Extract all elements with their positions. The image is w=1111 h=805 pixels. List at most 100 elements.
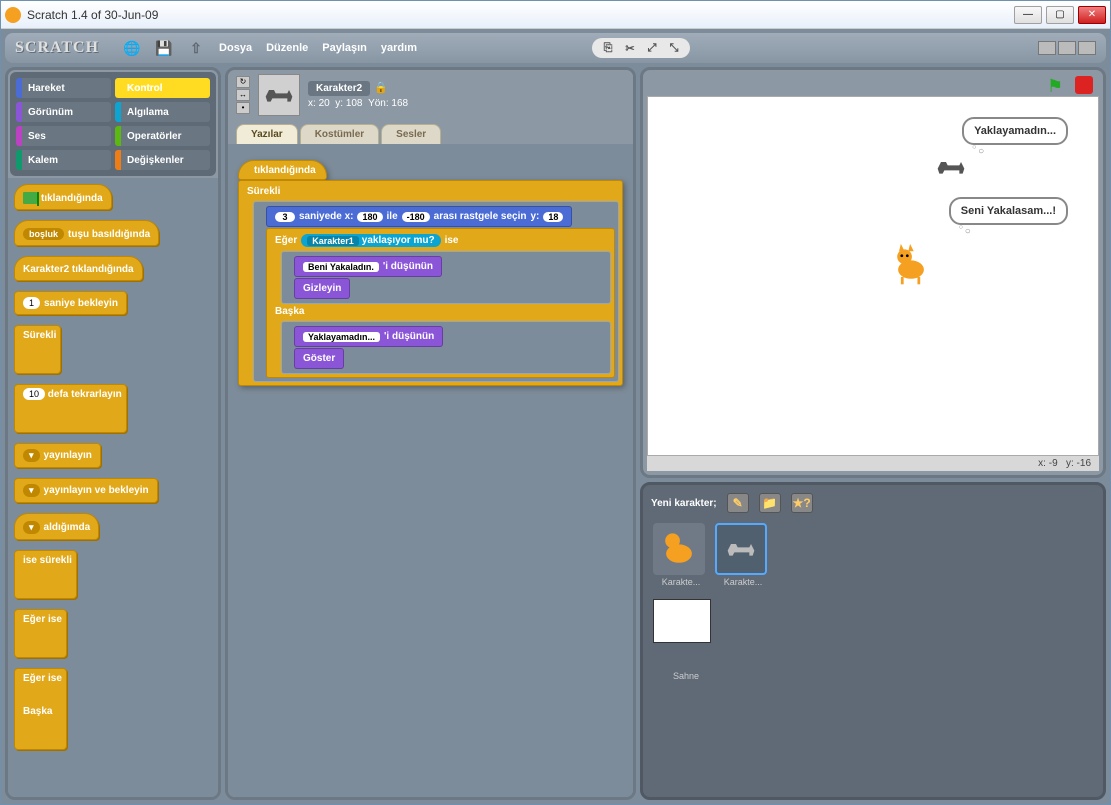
new-sprite-label: Yeni karakter; <box>651 498 717 509</box>
stage[interactable]: Yaklayamadın... Seni Yakalasam...! <box>647 96 1099 456</box>
share-icon[interactable]: ⇧ <box>187 39 205 57</box>
sprite-thumbnails: Karakte... Karakte... <box>647 517 1099 593</box>
script-panel: ↻ ↔ • Karakter2🔒 x: 20 y: 108 Yön: 168 Y… <box>225 67 636 800</box>
script-glide[interactable]: 3saniyede x: 180ile -180arası rastgele s… <box>266 206 572 227</box>
thought-bubble-2: Seni Yakalasam...! <box>949 197 1068 225</box>
sprite-info: Karakter2🔒 x: 20 y: 108 Yön: 168 <box>308 81 408 109</box>
sprite-name[interactable]: Karakter2 <box>308 81 370 96</box>
sprite-cell-2[interactable]: Karakte... <box>715 523 771 587</box>
stage-sprite-dog[interactable] <box>934 157 968 177</box>
sprite-thumbnail[interactable] <box>258 74 300 116</box>
tab-costumes[interactable]: Kostümler <box>300 124 379 144</box>
right-column: ⚑ Yaklayamadın... Seni Yakalasam...! x: … <box>640 67 1106 800</box>
minimize-button[interactable]: — <box>1014 6 1042 24</box>
view-modes <box>1038 41 1096 55</box>
stage-sprite-cat[interactable] <box>888 242 934 288</box>
block-wait[interactable]: 1saniye bekleyin <box>14 291 127 315</box>
menu-edit[interactable]: Düzenle <box>266 42 308 54</box>
sprite-cell-1[interactable]: Karakte... <box>653 523 709 587</box>
green-flag-button[interactable]: ⚑ <box>1047 76 1067 94</box>
sprite-header: ↻ ↔ • Karakter2🔒 x: 20 y: 108 Yön: 168 <box>228 70 633 120</box>
stop-button[interactable] <box>1075 76 1093 94</box>
cat-operators[interactable]: Operatörler <box>115 126 210 146</box>
script-hide[interactable]: Gizleyin <box>294 278 350 299</box>
block-palette: tıklandığında boşluktuşu basıldığında Ka… <box>8 178 218 797</box>
app-icon <box>5 7 21 23</box>
sprite-list-panel: Yeni karakter; ✎ 📁 ★? Karakte... <box>640 482 1106 800</box>
maximize-button[interactable]: ▢ <box>1046 6 1074 24</box>
stage-tools: ⎘ ✂ ⤢ ⤡ <box>592 38 690 58</box>
new-sprite-bar: Yeni karakter; ✎ 📁 ★? <box>647 489 1099 517</box>
dog-icon <box>724 539 758 559</box>
script-show[interactable]: Göster <box>294 348 344 369</box>
cat-control[interactable]: Kontrol <box>115 78 210 98</box>
script-area[interactable]: tıklandığında Sürekli 3saniyede x: 180il… <box>228 144 633 797</box>
close-button[interactable]: ✕ <box>1078 6 1106 24</box>
stamp-icon[interactable]: ⎘ <box>600 40 616 56</box>
cat-looks[interactable]: Görünüm <box>16 102 111 122</box>
tab-sounds[interactable]: Sesler <box>381 124 441 144</box>
block-forever[interactable]: Sürekli <box>14 325 61 374</box>
script-think1[interactable]: Beni Yakaladın.'i düşünün <box>294 256 442 277</box>
key-dropdown[interactable]: boşluk <box>23 228 64 240</box>
block-when-receive[interactable]: ▾aldığımda <box>14 513 99 540</box>
thought-bubble-1: Yaklayamadın... <box>962 117 1068 145</box>
view-presentation[interactable] <box>1078 41 1096 55</box>
script-forever[interactable]: Sürekli 3saniyede x: 180ile -180arası ra… <box>238 180 623 386</box>
grow-icon[interactable]: ⤢ <box>644 40 660 56</box>
dropdown-icon[interactable]: ▾ <box>23 484 40 497</box>
block-if[interactable]: Eğer ise <box>14 609 67 658</box>
rotate-free-icon[interactable]: ↻ <box>236 76 250 88</box>
script-hat[interactable]: tıklandığında <box>238 160 327 180</box>
dropdown-icon[interactable]: ▾ <box>23 521 40 534</box>
cat-sound[interactable]: Ses <box>16 126 111 146</box>
menu-share[interactable]: Paylaşın <box>322 42 367 54</box>
view-normal[interactable] <box>1058 41 1076 55</box>
scissors-icon[interactable]: ✂ <box>622 40 638 56</box>
block-repeat[interactable]: 10 defa tekrarlayın <box>14 384 127 433</box>
paint-sprite-button[interactable]: ✎ <box>727 493 749 513</box>
cat-icon <box>656 526 702 572</box>
block-forever-if[interactable]: ise sürekli <box>14 550 77 599</box>
logo: SCRATCH <box>15 39 99 57</box>
category-grid: Hareket Kontrol Görünüm Algılama Ses Ope… <box>10 72 216 176</box>
stage-cell[interactable]: Sahne <box>653 599 719 681</box>
block-broadcast-wait[interactable]: ▾yayınlayın ve bekleyin <box>14 478 158 503</box>
app-body: SCRATCH 🌐 💾 ⇧ Dosya Düzenle Paylaşın yar… <box>1 29 1110 804</box>
cat-pen[interactable]: Kalem <box>16 150 111 170</box>
rotate-none-icon[interactable]: • <box>236 102 250 114</box>
cat-variables[interactable]: Değişkenler <box>115 150 210 170</box>
editor-tabs: Yazılar Kostümler Sesler <box>228 124 633 144</box>
stage-panel: ⚑ Yaklayamadın... Seni Yakalasam...! x: … <box>640 67 1106 478</box>
shrink-icon[interactable]: ⤡ <box>666 40 682 56</box>
rotation-buttons: ↻ ↔ • <box>236 76 250 114</box>
import-sprite-button[interactable]: 📁 <box>759 493 781 513</box>
block-if-else[interactable]: Eğer iseBaşka <box>14 668 67 750</box>
save-icon[interactable]: 💾 <box>155 39 173 57</box>
script-stack[interactable]: tıklandığında Sürekli 3saniyede x: 180il… <box>238 160 623 386</box>
cat-motion[interactable]: Hareket <box>16 78 111 98</box>
block-when-key[interactable]: boşluktuşu basıldığında <box>14 220 159 246</box>
script-touching[interactable]: Karakter1yaklaşıyor mu? <box>301 234 440 247</box>
surprise-sprite-button[interactable]: ★? <box>791 493 813 513</box>
block-when-flag[interactable]: tıklandığında <box>14 184 112 210</box>
window-title: Scratch 1.4 of 30-Jun-09 <box>27 8 1014 22</box>
titlebar: Scratch 1.4 of 30-Jun-09 — ▢ ✕ <box>1 1 1110 29</box>
menu-file[interactable]: Dosya <box>219 42 252 54</box>
language-icon[interactable]: 🌐 <box>123 39 141 57</box>
tab-scripts[interactable]: Yazılar <box>236 124 298 144</box>
menu-help[interactable]: yardım <box>381 42 417 54</box>
rotate-lr-icon[interactable]: ↔ <box>236 89 250 101</box>
dropdown-icon[interactable]: ▾ <box>23 449 40 462</box>
script-think2[interactable]: Yaklayamadın...'i düşünün <box>294 326 443 347</box>
flag-icon <box>23 192 37 204</box>
dog-icon <box>262 85 296 105</box>
block-when-sprite-clicked[interactable]: Karakter2 tıklandığında <box>14 256 143 281</box>
blocks-panel: Hareket Kontrol Görünüm Algılama Ses Ope… <box>5 67 221 800</box>
view-small[interactable] <box>1038 41 1056 55</box>
cat-sensing[interactable]: Algılama <box>115 102 210 122</box>
script-if-else[interactable]: Eğer Karakter1yaklaşıyor mu? ise Beni Ya… <box>266 228 615 378</box>
lock-icon[interactable]: 🔒 <box>374 82 388 94</box>
menubar: SCRATCH 🌐 💾 ⇧ Dosya Düzenle Paylaşın yar… <box>5 33 1106 63</box>
block-broadcast[interactable]: ▾yayınlayın <box>14 443 101 468</box>
